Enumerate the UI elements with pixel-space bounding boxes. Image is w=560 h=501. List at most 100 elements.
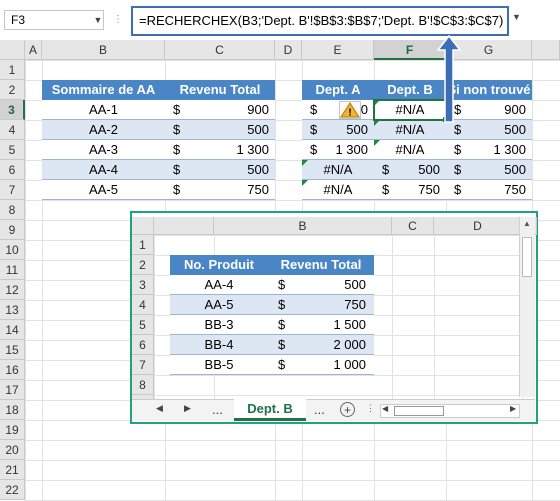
column-header-c[interactable]: C	[392, 217, 434, 235]
row-header-3[interactable]: 3	[0, 100, 25, 120]
row-header-22[interactable]: 22	[0, 480, 25, 500]
table-cell-dept[interactable]: #N/A	[302, 180, 374, 200]
row-header-6[interactable]: 6	[132, 335, 154, 355]
value: 900	[504, 102, 526, 117]
currency-symbol: $	[173, 122, 181, 137]
row-header-11[interactable]: 11	[0, 260, 25, 280]
table-cell-id[interactable]: AA-5	[42, 180, 165, 200]
table-cell-dept[interactable]: $0	[302, 100, 374, 120]
column-header-c[interactable]: C	[165, 40, 275, 60]
table-cell-revenue[interactable]: $900	[165, 100, 275, 120]
select-all-corner[interactable]	[0, 40, 25, 60]
table-cell-id[interactable]: AA-3	[42, 140, 165, 160]
scroll-left-icon[interactable]: ◀	[382, 404, 388, 413]
table-cell-id[interactable]: AA-4	[170, 275, 268, 295]
table-cell-revenue[interactable]: $750	[268, 295, 374, 315]
table-cell-revenue[interactable]: $500	[165, 120, 275, 140]
table-cell-dept[interactable]: $500	[374, 160, 446, 180]
select-all-corner[interactable]	[132, 217, 154, 235]
row-header-13[interactable]: 13	[0, 300, 25, 320]
row-header-9[interactable]: 9	[0, 220, 25, 240]
table-cell-dept[interactable]: $750	[446, 180, 532, 200]
row-header-16[interactable]: 16	[0, 360, 25, 380]
nav-left-icon[interactable]: ◀	[156, 403, 163, 414]
table-cell-id[interactable]: BB-4	[170, 335, 268, 355]
table-cell-dept[interactable]: $1 300	[302, 140, 374, 160]
table-cell-id[interactable]: BB-3	[170, 315, 268, 335]
table-cell-id[interactable]: AA-2	[42, 120, 165, 140]
row-header-4[interactable]: 4	[0, 120, 25, 140]
row-header-3[interactable]: 3	[132, 275, 154, 295]
column-header-b[interactable]: B	[214, 217, 392, 235]
formula-input[interactable]: =RECHERCHEX(B3;'Dept. B'!$B$3:$B$7;'Dept…	[131, 6, 509, 36]
row-header-5[interactable]: 5	[132, 315, 154, 335]
sheet-tab-ellipsis[interactable]: ...	[212, 402, 223, 417]
row-header-5[interactable]: 5	[0, 140, 25, 160]
row-header-8[interactable]: 8	[0, 200, 25, 220]
row-header-7[interactable]: 7	[0, 180, 25, 200]
table-cell-revenue[interactable]: $1 000	[268, 355, 374, 375]
name-box[interactable]: F3	[4, 10, 104, 30]
table-cell-dept[interactable]: #N/A	[302, 160, 374, 180]
row-header-2[interactable]: 2	[132, 255, 154, 275]
gridline	[154, 235, 155, 415]
table-cell-revenue[interactable]: $1 300	[165, 140, 275, 160]
table-cell-dept[interactable]: #N/A	[374, 140, 446, 160]
currency-symbol: $	[454, 162, 462, 177]
row-header-21[interactable]: 21	[0, 460, 25, 480]
nav-right-icon[interactable]: ▶	[184, 403, 191, 414]
row-header-1[interactable]: 1	[132, 235, 154, 255]
row-header-4[interactable]: 4	[132, 295, 154, 315]
column-header-d[interactable]: D	[434, 217, 522, 235]
table-cell-id[interactable]: AA-5	[170, 295, 268, 315]
row-header-17[interactable]: 17	[0, 380, 25, 400]
row-header-2[interactable]: 2	[0, 80, 25, 100]
value: 1 500	[333, 317, 366, 332]
scrollbar-thumb[interactable]	[394, 406, 444, 416]
table-cell-revenue[interactable]: $500	[165, 160, 275, 180]
warning-icon[interactable]: !	[339, 101, 361, 119]
column-header-a[interactable]: A	[25, 40, 42, 60]
row-header-6[interactable]: 6	[0, 160, 25, 180]
row-header-1[interactable]: 1	[0, 60, 25, 80]
currency-symbol: $	[310, 102, 318, 117]
sheet-tab-dept-b[interactable]: Dept. B	[234, 399, 306, 421]
value: 500	[247, 122, 269, 137]
column-header-a[interactable]	[154, 217, 214, 235]
error-indicator	[374, 140, 380, 146]
row-header-12[interactable]: 12	[0, 280, 25, 300]
table-cell-dept[interactable]: $500	[446, 160, 532, 180]
table-cell-dept[interactable]: $500	[302, 120, 374, 140]
column-header-e[interactable]: E	[302, 40, 374, 60]
table-cell-id[interactable]: AA-4	[42, 160, 165, 180]
table-cell-dept[interactable]: $750	[374, 180, 446, 200]
table-cell-id[interactable]: BB-5	[170, 355, 268, 375]
table-cell-revenue[interactable]: $1 500	[268, 315, 374, 335]
table-cell-id[interactable]: AA-1	[42, 100, 165, 120]
table-header: Revenu Total	[268, 255, 374, 275]
currency-symbol: $	[310, 142, 318, 157]
scroll-right-icon[interactable]: ▶	[510, 404, 516, 413]
table-cell-dept[interactable]: $1 300	[446, 140, 532, 160]
row-header-7[interactable]: 7	[132, 355, 154, 375]
table-cell-revenue[interactable]: $2 000	[268, 335, 374, 355]
column-header-b[interactable]: B	[42, 40, 165, 60]
value: 2 000	[333, 337, 366, 352]
row-header-8[interactable]: 8	[132, 375, 154, 395]
chevron-down-icon[interactable]: ▼	[512, 12, 526, 28]
chevron-down-icon[interactable]: ▼	[92, 10, 104, 30]
arrow-icon	[436, 34, 462, 123]
table-cell-revenue[interactable]: $500	[268, 275, 374, 295]
row-header-20[interactable]: 20	[0, 440, 25, 460]
scroll-up-icon[interactable]: ▲	[522, 219, 532, 231]
scrollbar-thumb[interactable]	[522, 237, 532, 277]
row-header-18[interactable]: 18	[0, 400, 25, 420]
row-header-10[interactable]: 10	[0, 240, 25, 260]
row-header-14[interactable]: 14	[0, 320, 25, 340]
table-cell-revenue[interactable]: $750	[165, 180, 275, 200]
column-header-d[interactable]: D	[275, 40, 302, 60]
plus-circle-icon[interactable]: +	[340, 402, 355, 417]
sheet-tab-ellipsis[interactable]: ...	[314, 402, 325, 417]
row-header-19[interactable]: 19	[0, 420, 25, 440]
row-header-15[interactable]: 15	[0, 340, 25, 360]
